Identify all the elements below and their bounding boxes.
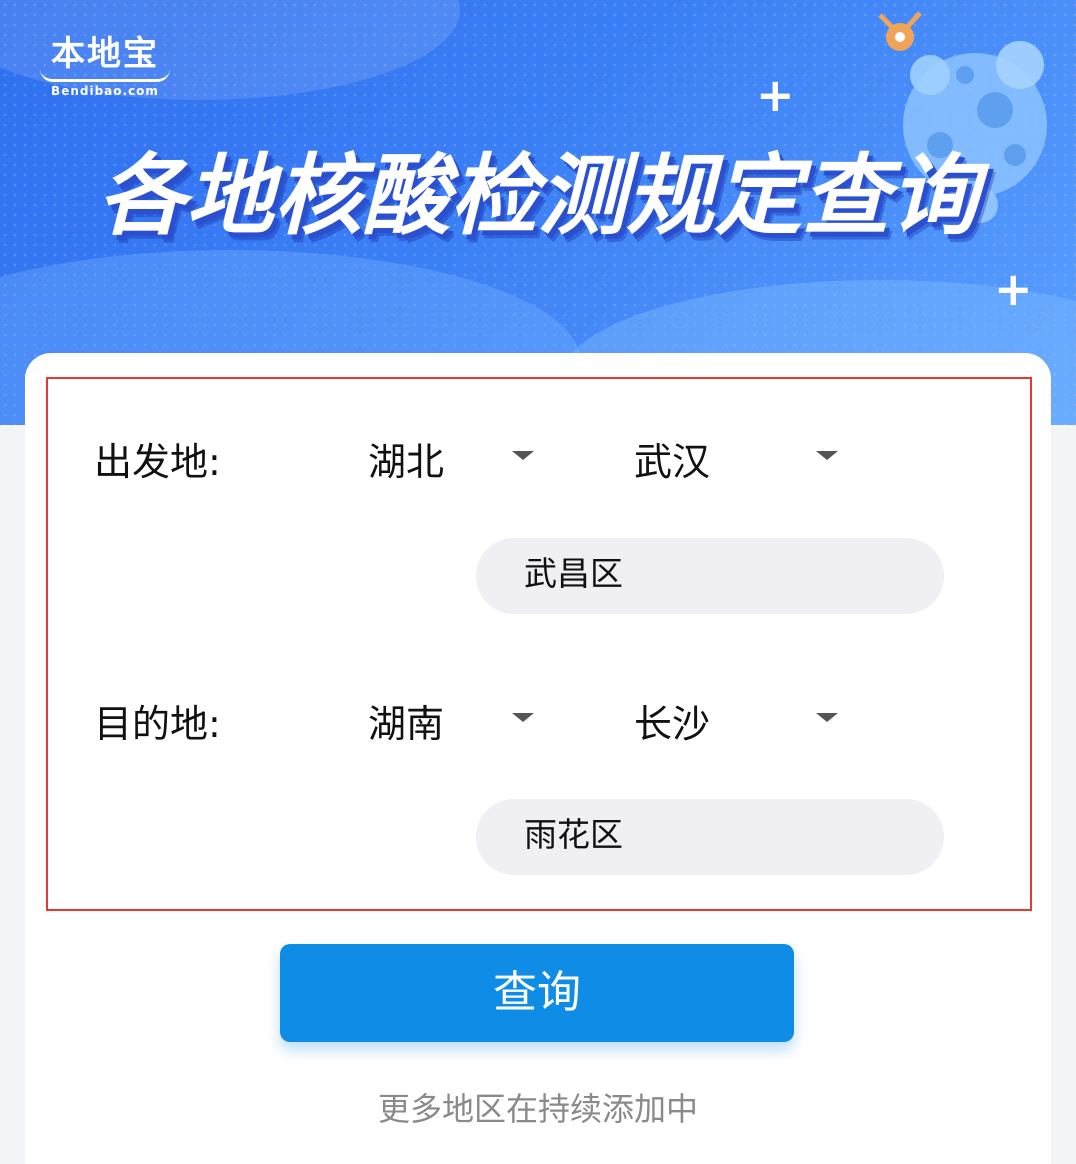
logo-domain: Bendibao.com <box>51 84 159 98</box>
plus-decoration-icon: + <box>756 68 795 122</box>
origin-label: 出发地: <box>94 440 221 484</box>
logo-text: 本地宝 <box>51 34 159 74</box>
destination-label: 目的地: <box>94 702 221 746</box>
chevron-down-icon <box>816 713 838 722</box>
query-button[interactable]: 查询 <box>280 944 794 1042</box>
plus-decoration-icon: + <box>994 262 1033 316</box>
chevron-down-icon <box>512 713 534 722</box>
destination-city-value: 长沙 <box>634 702 711 746</box>
bendibao-logo: 本地宝 Bendibao.com <box>40 26 170 98</box>
origin-city-value: 武汉 <box>634 440 711 484</box>
chevron-down-icon <box>816 451 838 460</box>
destination-province-value: 湖南 <box>368 702 445 746</box>
travel-form: 出发地: 湖北 武汉 武昌区 目的地: 湖南 长沙 雨花区 <box>46 377 1032 911</box>
origin-province-value: 湖北 <box>368 440 445 484</box>
destination-district-select[interactable]: 雨花区 <box>476 799 944 875</box>
origin-district-select[interactable]: 武昌区 <box>476 538 944 614</box>
more-regions-note: 更多地区在持续添加中 <box>377 1090 698 1128</box>
page-title: 各地核酸检测规定查询 <box>97 144 978 247</box>
chevron-down-icon <box>512 451 534 460</box>
